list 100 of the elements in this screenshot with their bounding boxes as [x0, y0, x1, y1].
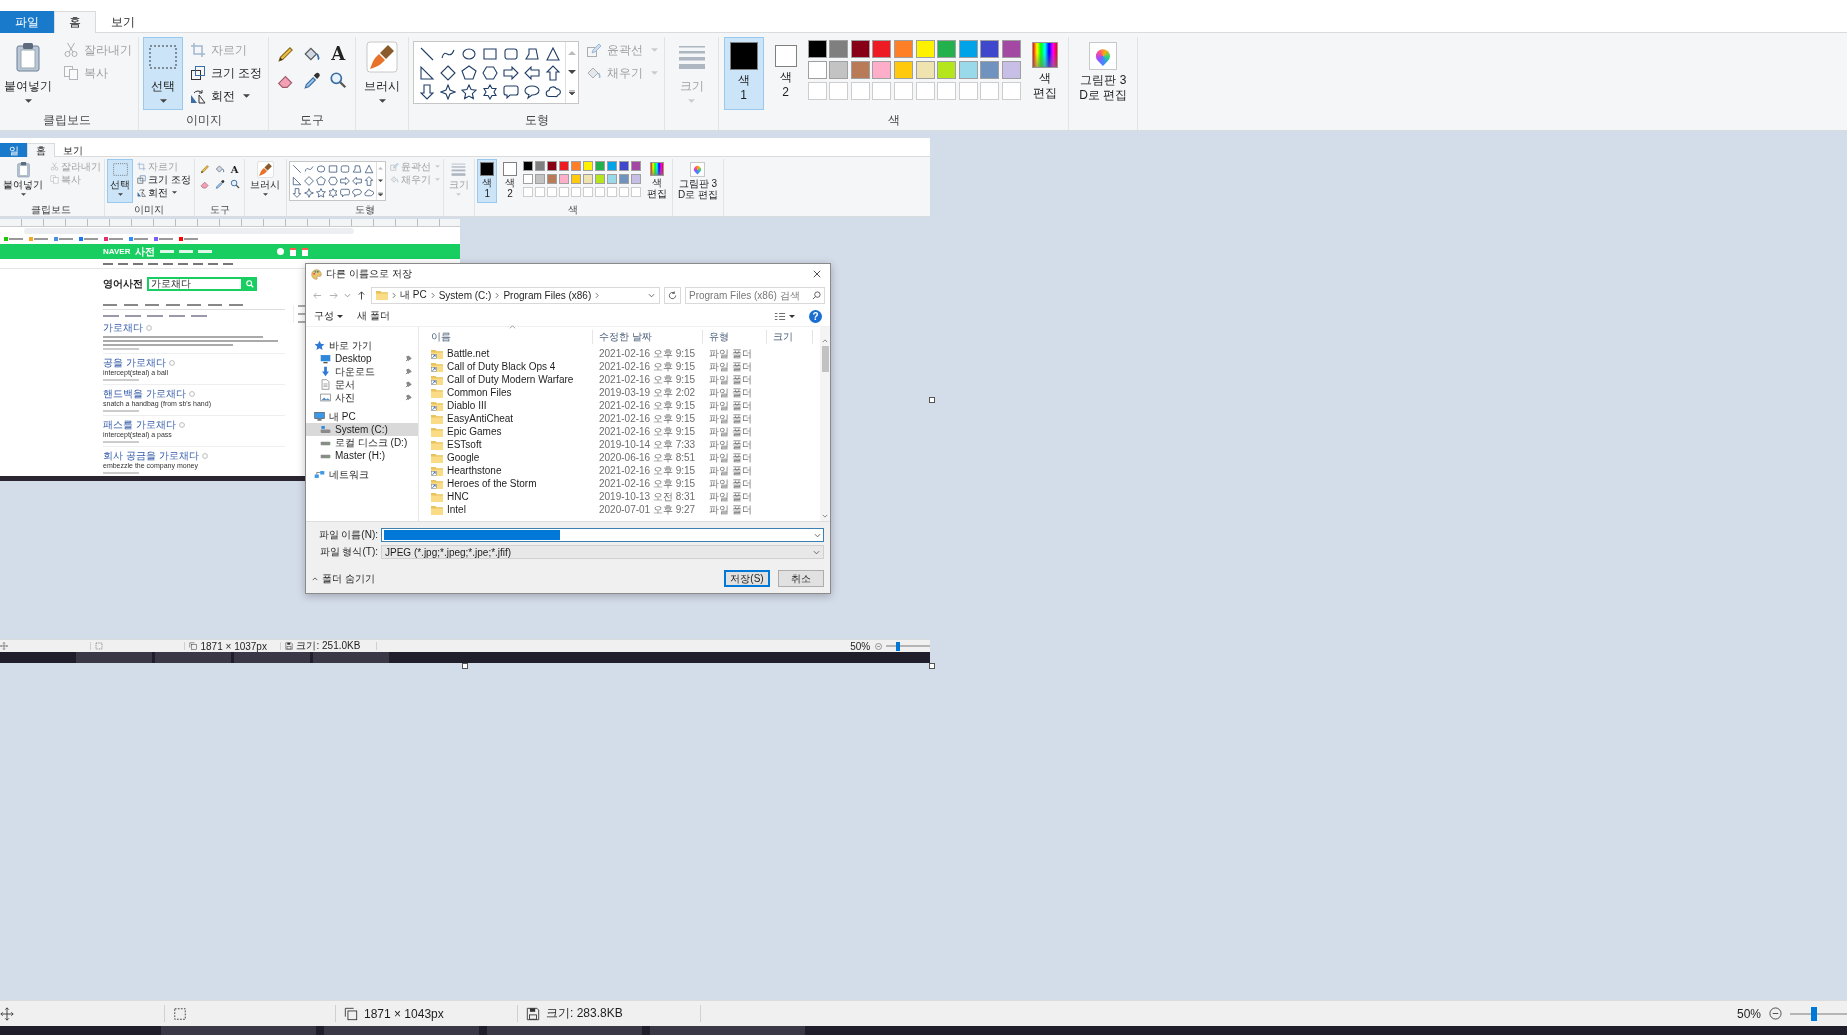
diamond-shape-icon[interactable] [439, 64, 456, 81]
file-name-cell[interactable]: Intel [425, 503, 593, 516]
polygon-shape-icon[interactable] [523, 45, 540, 62]
color-swatch[interactable] [937, 61, 957, 79]
right-triangle-shape-icon[interactable] [418, 64, 435, 81]
oval-shape-icon[interactable] [460, 45, 477, 62]
rounded-callout-icon[interactable] [339, 188, 350, 198]
nav-item[interactable]: 사진 [306, 391, 418, 404]
vertical-scrollbar[interactable] [820, 327, 830, 521]
result-title[interactable]: 가로채다 [103, 322, 143, 334]
cancel-button[interactable]: 취소 [778, 570, 824, 587]
oval-shape-icon[interactable] [315, 164, 326, 174]
magnifier-icon[interactable] [329, 71, 348, 89]
scroll-up-icon[interactable] [568, 49, 577, 55]
file-name-cell[interactable]: Google [425, 451, 593, 464]
resize-button[interactable]: 크기 조정 [135, 173, 192, 186]
color-swatch[interactable] [850, 61, 870, 79]
five-point-star-icon[interactable] [460, 83, 477, 100]
paste-button[interactable]: 붙여넣기 [0, 159, 46, 203]
five-point-star-icon[interactable] [315, 188, 326, 198]
file-name-cell[interactable]: HNC [425, 490, 593, 503]
column-header[interactable]: 수정한 날짜 [593, 330, 703, 344]
result-title[interactable]: 공을 가로채다 [103, 357, 166, 369]
polygon-shape-icon[interactable] [351, 164, 362, 174]
nav-item[interactable]: 로컬 디스크 (D:) [306, 436, 418, 449]
color-swatch[interactable] [522, 161, 533, 171]
empty-color-slot[interactable] [1002, 82, 1021, 100]
result-title[interactable]: 핸드백을 가로채다 [103, 388, 186, 400]
search-field[interactable]: 가로채다 [147, 277, 243, 291]
six-point-star-icon[interactable] [481, 83, 498, 100]
triangle-shape-icon[interactable] [363, 164, 374, 174]
color-swatch[interactable] [558, 161, 569, 171]
file-type-dropdown[interactable]: JPEG (*.jpg;*.jpeg;*.jpe;*.jfif) [381, 545, 824, 559]
rounded-rectangle-shape-icon[interactable] [339, 164, 350, 174]
color-swatch[interactable] [872, 40, 892, 58]
color-swatch[interactable] [534, 174, 545, 184]
view-options-button[interactable] [774, 311, 795, 321]
organize-button[interactable]: 구성 [314, 309, 343, 323]
current-color-button[interactable]: 색 1 [477, 159, 498, 203]
color-swatch[interactable] [594, 174, 605, 184]
file-name-cell[interactable]: Heroes of the Storm [425, 477, 593, 490]
color-swatch[interactable] [829, 61, 849, 79]
color-swatch[interactable] [606, 174, 617, 184]
rounded-callout-icon[interactable] [502, 83, 519, 100]
color-swatch[interactable] [618, 161, 629, 171]
resize-handle[interactable] [929, 663, 935, 669]
color-swatch[interactable] [894, 40, 914, 58]
edit-colors-button[interactable]: 색 편집 [643, 159, 670, 203]
up-arrow-shape-icon[interactable] [544, 64, 561, 81]
down-arrow-shape-icon[interactable] [418, 83, 435, 100]
color-swatch[interactable] [872, 61, 892, 79]
file-name-cell[interactable]: Battle.net [425, 347, 593, 360]
color-swatch[interactable] [582, 174, 593, 184]
six-point-star-icon[interactable] [327, 188, 338, 198]
paint-bucket-icon[interactable] [303, 45, 322, 63]
color-swatch[interactable] [980, 40, 1000, 58]
rectangle-shape-icon[interactable] [327, 164, 338, 174]
paste-button[interactable]: 붙여넣기 [0, 37, 56, 110]
four-point-star-icon[interactable] [439, 83, 456, 100]
address-field[interactable]: 내 PC System (C:) Program Files (x86) [371, 286, 660, 304]
nav-item[interactable]: 바로 가기 [306, 339, 418, 352]
color-swatch[interactable] [807, 61, 827, 79]
cloud-callout-icon[interactable] [544, 83, 561, 100]
left-arrow-shape-icon[interactable] [523, 64, 540, 81]
color-swatch[interactable] [630, 174, 641, 184]
color-swatch[interactable] [522, 174, 533, 184]
search-button[interactable] [243, 277, 257, 291]
file-menu-tab[interactable]: 파일 [0, 11, 54, 33]
text-tool-button[interactable]: A [229, 163, 240, 174]
scroll-down-icon[interactable] [378, 179, 384, 183]
right-arrow-shape-icon[interactable] [502, 64, 519, 81]
search-field[interactable]: Program Files (x86) 검색 [685, 286, 825, 304]
edit-with-paint-3d-button[interactable]: 그림판 3 D로 편집 [1073, 37, 1134, 110]
rotate-button[interactable]: 회전 [188, 85, 265, 107]
new-folder-button[interactable]: 새 폴더 [357, 309, 390, 323]
color-swatch[interactable] [594, 161, 605, 171]
file-name-cell[interactable]: Call of Duty Black Ops 4 [425, 360, 593, 373]
file-name-cell[interactable]: Hearthstone [425, 464, 593, 477]
line-shape-icon[interactable] [418, 45, 435, 62]
select-button[interactable]: 선택 [107, 159, 134, 203]
text-tool-button[interactable]: A [331, 44, 346, 64]
zoom-slider-thumb[interactable] [896, 641, 901, 651]
color-swatch[interactable] [850, 40, 870, 58]
current-color-button[interactable]: 색 2 [768, 37, 803, 110]
column-header[interactable]: 유형 [703, 330, 767, 344]
edit-colors-button[interactable]: 색 편집 [1026, 37, 1064, 110]
hexagon-shape-icon[interactable] [327, 176, 338, 186]
paint-bucket-icon[interactable] [214, 163, 225, 174]
breadcrumb[interactable]: Program Files (x86) [503, 289, 592, 301]
column-header[interactable]: 이름 [425, 330, 593, 344]
color-swatch[interactable] [606, 161, 617, 171]
color-swatch[interactable] [958, 61, 978, 79]
select-button[interactable]: 선택 [143, 37, 183, 110]
column-header[interactable]: 크기 [767, 330, 813, 344]
ribbon-tab[interactable]: 홈 [27, 143, 55, 157]
zoom-out-button[interactable] [1769, 1007, 1782, 1020]
color-swatch[interactable] [546, 174, 557, 184]
more-shapes-icon[interactable] [568, 90, 577, 96]
oval-callout-icon[interactable] [523, 83, 540, 100]
file-name-cell[interactable]: Call of Duty Modern Warfare [425, 373, 593, 386]
